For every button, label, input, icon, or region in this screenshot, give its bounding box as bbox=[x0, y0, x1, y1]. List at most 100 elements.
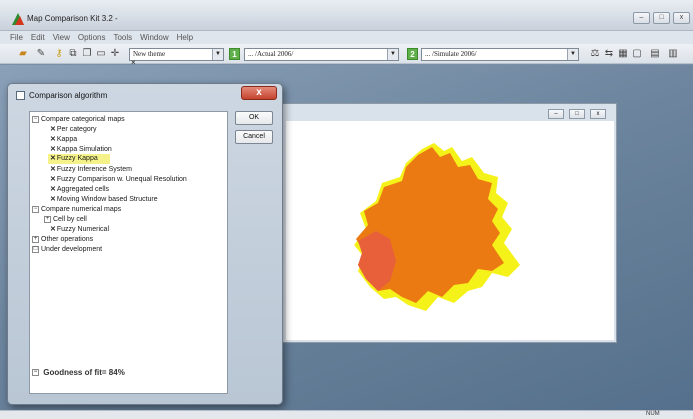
tree-node-compare-categorical[interactable]: − Compare categorical maps bbox=[32, 115, 125, 124]
x-mark-icon: ✕ bbox=[50, 186, 56, 193]
menu-window[interactable]: Window bbox=[140, 31, 168, 44]
x-mark-icon: ✕ bbox=[50, 226, 56, 233]
tree-node-fuzzy-inference[interactable]: ✕Fuzzy Inference System bbox=[50, 165, 132, 174]
map1-select[interactable]: ... /Actual 2006/ ▼ bbox=[244, 48, 399, 61]
menu-tools[interactable]: Tools bbox=[113, 31, 132, 44]
tree-node-label: Moving Window based Structure bbox=[56, 196, 158, 203]
x-mark-icon: ✕ bbox=[50, 136, 56, 143]
tree-node-label: Fuzzy Kappa bbox=[56, 155, 98, 162]
tree-node-label: Kappa Simulation bbox=[56, 146, 112, 153]
x-mark-icon: ✕ bbox=[50, 126, 56, 133]
tree-node-label: Other operations bbox=[41, 236, 94, 243]
layers-icon[interactable]: ⧉ bbox=[67, 48, 79, 60]
tree-node-other-operations[interactable]: + Other operations bbox=[32, 235, 93, 244]
tree-node-label: Fuzzy Inference System bbox=[56, 166, 132, 173]
chevron-down-icon: ▼ bbox=[387, 49, 398, 60]
tile-horizontal-icon[interactable]: ▤ bbox=[649, 48, 661, 60]
map-window-maximize-button[interactable]: □ bbox=[569, 109, 585, 119]
copy-icon[interactable]: ❐ bbox=[81, 48, 93, 60]
collapse-icon[interactable]: − bbox=[32, 115, 39, 123]
collapse-icon: − bbox=[32, 369, 39, 377]
menu-bar: File Edit View Options Tools Window Help bbox=[0, 31, 693, 44]
tree-node-moving-window[interactable]: ✕Moving Window based Structure bbox=[50, 195, 158, 204]
tree-node-label: Compare numerical maps bbox=[41, 206, 122, 213]
tree-node-label: Fuzzy Numerical bbox=[56, 226, 109, 233]
cancel-button[interactable]: Cancel bbox=[235, 130, 273, 144]
tile-vertical-icon[interactable]: ▥ bbox=[667, 48, 679, 60]
tree-node-fuzzy-comparison[interactable]: ✕Fuzzy Comparison w. Unequal Resolution bbox=[50, 175, 187, 184]
edit-document-icon[interactable]: ✎ bbox=[35, 48, 47, 60]
minimize-button[interactable]: – bbox=[633, 12, 650, 24]
x-mark-icon: ✕ bbox=[50, 166, 56, 173]
dialog-title: Comparison algorithm bbox=[29, 91, 108, 100]
tree-node-aggregated-cells[interactable]: ✕Aggregated cells bbox=[50, 185, 109, 194]
toolbar: ▰ ✎ ⚷ ⧉ ❐ ▭ ✛ New theme ▼ 1 ... /Actual … bbox=[0, 44, 693, 64]
algorithm-tree[interactable]: − Compare categorical maps ✕Per category … bbox=[29, 111, 228, 394]
map2-badge: 2 bbox=[407, 48, 418, 60]
tree-node-label: Kappa bbox=[56, 136, 78, 143]
panel-close-button[interactable]: × bbox=[131, 58, 136, 67]
maximize-button[interactable]: □ bbox=[653, 12, 670, 24]
tree-node-compare-numerical[interactable]: − Compare numerical maps bbox=[32, 205, 121, 214]
x-mark-icon: ✕ bbox=[50, 196, 56, 203]
expand-icon[interactable]: □ bbox=[32, 245, 39, 253]
dialog-title-bar: Comparison algorithm x bbox=[8, 84, 282, 106]
x-mark-icon: ✕ bbox=[50, 176, 56, 183]
split-view-icon[interactable]: ⚖ bbox=[589, 48, 601, 60]
num-lock-indicator: NUM bbox=[646, 411, 660, 417]
map-canvas bbox=[286, 121, 614, 340]
close-button[interactable]: x bbox=[673, 12, 690, 24]
x-mark-icon: ✕ bbox=[50, 146, 56, 153]
tree-node-kappa-simulation[interactable]: ✕Kappa Simulation bbox=[50, 145, 112, 154]
tree-node-label: Fuzzy Comparison w. Unequal Resolution bbox=[56, 176, 187, 183]
menu-view[interactable]: View bbox=[53, 31, 70, 44]
window-icon[interactable]: ▢ bbox=[631, 48, 643, 60]
menu-help[interactable]: Help bbox=[177, 31, 193, 44]
expand-icon[interactable]: + bbox=[32, 235, 39, 243]
tree-node-label: Compare categorical maps bbox=[41, 116, 125, 123]
tree-node-fuzzy-kappa[interactable]: ✕Fuzzy Kappa bbox=[48, 154, 110, 164]
sync-icon[interactable]: ⇆ bbox=[603, 48, 615, 60]
ok-button[interactable]: OK bbox=[235, 111, 273, 125]
map2-select-value: ... /Simulate 2006/ bbox=[425, 50, 477, 58]
theme-select-value: New theme bbox=[133, 50, 166, 58]
tree-node-label: Under development bbox=[41, 246, 103, 253]
map1-badge: 1 bbox=[229, 48, 240, 60]
dialog-close-button[interactable]: x bbox=[241, 86, 277, 100]
tree-node-label: Per category bbox=[56, 126, 97, 133]
app-title: Map Comparison Kit 3.2 - bbox=[27, 14, 118, 23]
dialog-window-icon bbox=[16, 91, 25, 100]
title-bar: Map Comparison Kit 3.2 - – □ x bbox=[0, 0, 693, 31]
menu-options[interactable]: Options bbox=[78, 31, 106, 44]
app-logo-icon bbox=[12, 13, 24, 25]
tree-node-fuzzy-numerical[interactable]: ✕Fuzzy Numerical bbox=[50, 225, 109, 234]
rectangle-icon[interactable]: ▭ bbox=[95, 48, 107, 60]
collapse-icon[interactable]: − bbox=[32, 205, 39, 213]
grid-icon[interactable]: ▦ bbox=[617, 48, 629, 60]
chevron-down-icon: ▼ bbox=[212, 49, 223, 60]
crosshair-icon[interactable]: ✛ bbox=[109, 48, 121, 60]
menu-edit[interactable]: Edit bbox=[31, 31, 45, 44]
tree-node-label: Aggregated cells bbox=[56, 186, 110, 193]
key-icon[interactable]: ⚷ bbox=[53, 48, 65, 60]
tree-node-kappa[interactable]: ✕Kappa bbox=[50, 135, 77, 144]
map2-select[interactable]: ... /Simulate 2006/ ▼ bbox=[421, 48, 579, 61]
goodness-of-fit-value: Goodness of fit= 84% bbox=[43, 368, 125, 377]
tree-node-label: Cell by cell bbox=[53, 216, 87, 223]
comparison-algorithm-dialog: Comparison algorithm x − Compare categori… bbox=[7, 83, 283, 405]
theme-select[interactable]: New theme ▼ bbox=[129, 48, 224, 61]
map-window: – □ x bbox=[265, 103, 617, 343]
map-window-close-button[interactable]: x bbox=[590, 109, 606, 119]
map1-select-value: ... /Actual 2006/ bbox=[248, 50, 294, 58]
x-mark-icon: ✕ bbox=[50, 155, 56, 162]
menu-file[interactable]: File bbox=[10, 31, 23, 44]
comparison-map bbox=[354, 143, 520, 311]
tree-node-under-development[interactable]: □ Under development bbox=[32, 245, 102, 254]
tree-node-per-category[interactable]: ✕Per category bbox=[50, 125, 97, 134]
map-window-minimize-button[interactable]: – bbox=[548, 109, 564, 119]
tree-node-cell-by-cell[interactable]: + Cell by cell bbox=[44, 215, 87, 224]
goodness-of-fit-label: − Goodness of fit= 84% bbox=[32, 368, 125, 377]
expand-icon[interactable]: + bbox=[44, 215, 51, 223]
map-comparison-app: Map Comparison Kit 3.2 - – □ x File Edit… bbox=[0, 0, 693, 419]
open-folder-icon[interactable]: ▰ bbox=[17, 48, 29, 60]
